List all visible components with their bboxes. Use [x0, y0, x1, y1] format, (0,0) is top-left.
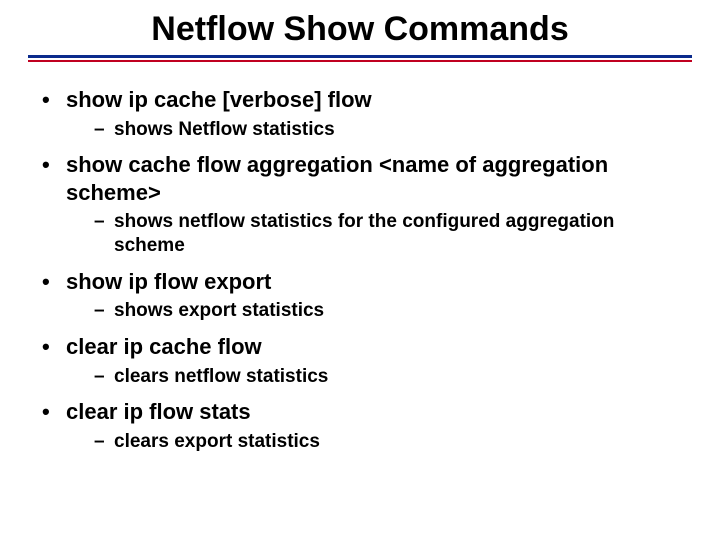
bullet-list: show ip cache [verbose] flow shows Netfl… [40, 86, 680, 454]
bullet-label: clear ip cache flow [66, 334, 262, 359]
content-area: show ip cache [verbose] flow shows Netfl… [0, 62, 720, 454]
sub-list: shows export statistics [66, 299, 680, 323]
sub-list: shows netflow statistics for the configu… [66, 210, 680, 258]
bullet-label: clear ip flow stats [66, 399, 251, 424]
sub-item: clears netflow statistics [94, 365, 680, 389]
slide: Netflow Show Commands show ip cache [ver… [0, 0, 720, 540]
title-area: Netflow Show Commands [0, 0, 720, 62]
list-item: show ip flow export shows export statist… [40, 268, 680, 323]
sub-item: shows Netflow statistics [94, 118, 680, 142]
list-item: clear ip flow stats clears export statis… [40, 398, 680, 453]
bullet-label: show ip cache [verbose] flow [66, 87, 372, 112]
slide-title: Netflow Show Commands [0, 10, 720, 49]
sub-item: shows export statistics [94, 299, 680, 323]
sub-list: shows Netflow statistics [66, 118, 680, 142]
list-item: clear ip cache flow clears netflow stati… [40, 333, 680, 388]
bullet-label: show cache flow aggregation <name of agg… [66, 152, 608, 205]
list-item: show ip cache [verbose] flow shows Netfl… [40, 86, 680, 141]
list-item: show cache flow aggregation <name of agg… [40, 151, 680, 258]
sub-item: shows netflow statistics for the configu… [94, 210, 680, 258]
sub-list: clears netflow statistics [66, 365, 680, 389]
sub-list: clears export statistics [66, 430, 680, 454]
bullet-label: show ip flow export [66, 269, 271, 294]
sub-item: clears export statistics [94, 430, 680, 454]
divider-blue [28, 55, 692, 58]
